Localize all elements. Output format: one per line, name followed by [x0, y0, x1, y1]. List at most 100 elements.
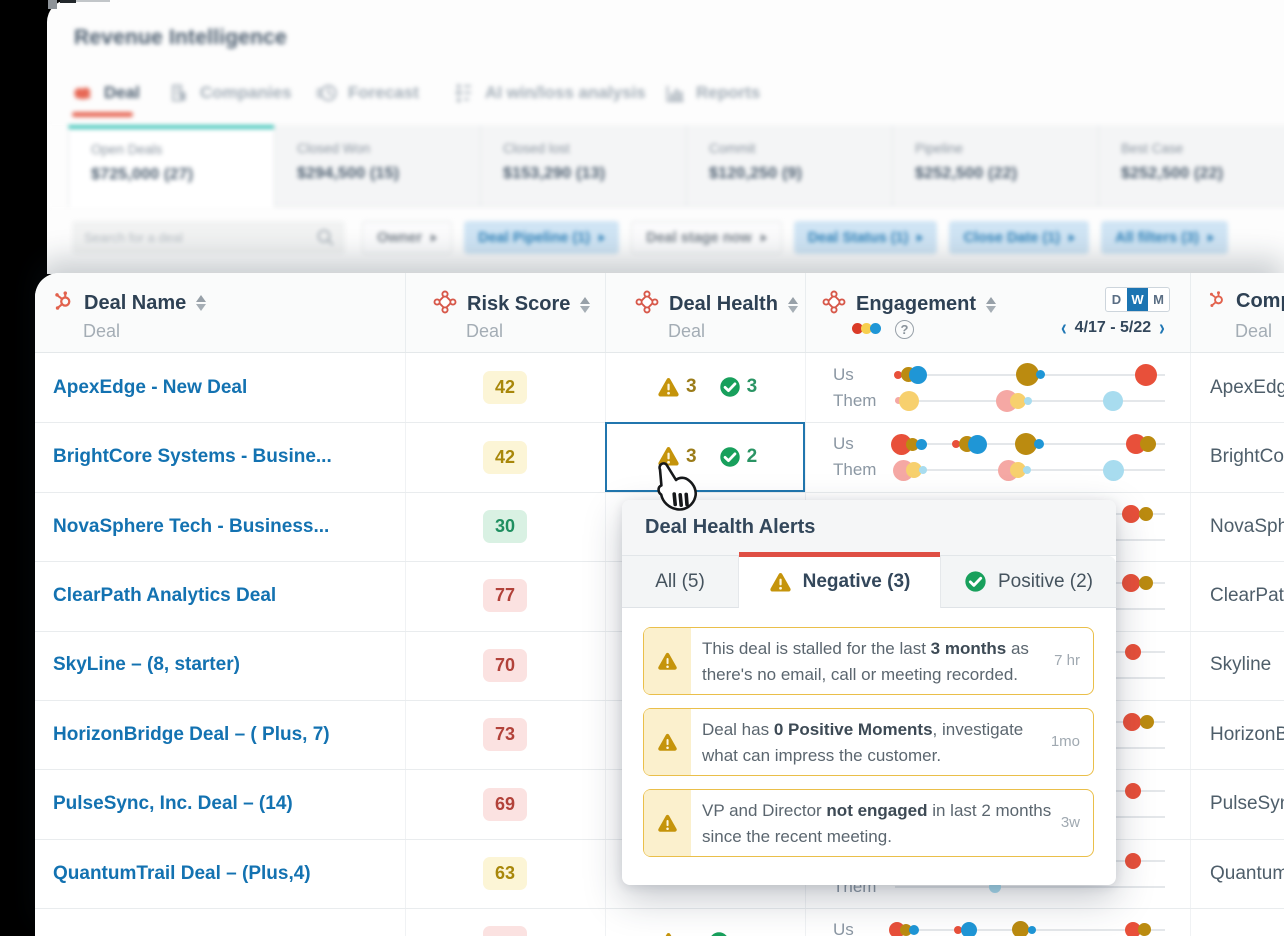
engagement-dot-blue	[909, 365, 927, 384]
header-card: Revenue Intelligence Deal Companies Fore…	[47, 0, 1284, 274]
engagement-dot-red	[1122, 504, 1140, 523]
popup-alert-list: This deal is stalled for the last 3 mont…	[622, 608, 1116, 870]
sort-toggle[interactable]	[986, 296, 997, 313]
filter-chip-close-date-1-[interactable]: Close Date (1)	[949, 221, 1090, 254]
window-edge-fragment-dark	[60, 0, 76, 3]
filter-chip-label: All filters (3)	[1115, 229, 1199, 246]
warning-icon	[657, 931, 680, 936]
deal-name-link[interactable]: QuantumTrail Deal – (Plus,4)	[53, 863, 311, 885]
filter-chip-label: Deal Pipeline (1)	[478, 229, 591, 246]
window-edge-fragment-light	[76, 0, 110, 2]
search-input[interactable]: Search for a deal	[72, 221, 345, 254]
summary-card-closed-lost[interactable]: Closed lost $153,290 (13)	[480, 125, 686, 207]
warning-icon	[769, 571, 792, 594]
nav-tab-label: AI win/loss analysis	[485, 83, 646, 102]
filter-chip-deal-pipeline-1-[interactable]: Deal Pipeline (1)	[464, 221, 620, 254]
period-option-w[interactable]: W	[1127, 288, 1148, 311]
alert-card: VP and Director not engaged in last 2 mo…	[643, 789, 1094, 857]
filter-chip-label: Close Date (1)	[963, 229, 1061, 246]
window-corner-fragment	[48, 0, 57, 9]
summary-card-open-deals[interactable]: Open Deals $725,000 (27)	[68, 125, 274, 207]
summary-card-value: $153,290 (13)	[503, 165, 606, 182]
summary-card-commit[interactable]: Commit $120,250 (9)	[686, 125, 892, 207]
summary-card-label: Open Deals	[91, 142, 163, 157]
sort-toggle[interactable]	[196, 295, 207, 311]
risk-score-badge: 42	[483, 371, 527, 405]
summary-card-label: Closed Won	[297, 141, 371, 156]
engagement-dot-red	[1135, 363, 1157, 386]
engagement-us-label: Us	[833, 434, 854, 454]
check-icon	[964, 570, 987, 593]
nav-tab-reports[interactable]: Reports	[664, 82, 760, 104]
nav-tab-ai-win-loss[interactable]: AI win/loss analysis	[453, 82, 646, 104]
engagement-dot-blue	[915, 438, 927, 450]
deal-name-link[interactable]: BrightCore Systems - Busine...	[53, 446, 332, 468]
deal-name-link[interactable]: NovaSphere Tech - Business...	[53, 516, 329, 538]
popup-tab-all-5-[interactable]: All (5)	[622, 556, 739, 608]
company-name-cell: NovaSphere	[1210, 515, 1284, 537]
nav-tab-label: Companies	[200, 83, 292, 102]
check-icon	[708, 931, 730, 936]
period-option-d[interactable]: D	[1106, 288, 1127, 311]
deal-name-link[interactable]: ClearPath Analytics Deal	[53, 585, 276, 607]
engagement-dot-lblue	[919, 466, 927, 475]
sort-toggle[interactable]	[580, 296, 591, 313]
alert-message: This deal is stalled for the last 3 mont…	[702, 639, 1029, 684]
company-name-cell: ClearPath	[1210, 584, 1284, 606]
nav-tab-label: Forecast	[348, 83, 419, 102]
company-name-cell: HorizonBridge	[1210, 723, 1284, 745]
risk-score-badge	[483, 926, 527, 936]
engagement-dot-red	[1125, 783, 1141, 800]
nav-tab-companies[interactable]: Companies	[168, 82, 292, 104]
alert-icon-strip	[644, 790, 691, 856]
deal-health-cell[interactable]: 3 3	[657, 376, 757, 399]
column-divider	[405, 273, 406, 352]
engagement-dot-blue	[1034, 439, 1044, 450]
engagement-dot-gold	[1139, 506, 1153, 521]
summary-card-pipeline[interactable]: Pipeline $252,500 (22)	[892, 125, 1098, 207]
summary-card-label: Best Case	[1121, 141, 1184, 156]
filter-chip-owner[interactable]: Owner	[362, 221, 453, 254]
filter-chip-deal-stage-now[interactable]: Deal stage now	[631, 221, 782, 254]
help-icon[interactable]: ?	[895, 320, 914, 339]
click-hand-cursor	[648, 461, 700, 520]
risk-score-badge: 70	[483, 648, 527, 682]
ai-analysis-icon	[453, 82, 475, 104]
summary-card-best-case[interactable]: Best Case $252,500 (22)	[1098, 125, 1284, 207]
nav-tab-deal[interactable]: Deal	[72, 82, 140, 104]
popup-tab-negative-3-[interactable]: Negative (3)	[739, 552, 941, 608]
deal-name-link[interactable]: PulseSync, Inc. Deal – (14)	[53, 793, 293, 815]
negative-count: 3	[686, 376, 697, 398]
filter-chip-all-filters-3-[interactable]: All filters (3)	[1101, 221, 1228, 254]
alert-icon-strip	[644, 628, 691, 694]
filter-chip-label: Owner	[377, 229, 423, 246]
nav-tab-forecast[interactable]: Forecast	[316, 82, 419, 104]
legend-dot	[870, 323, 881, 334]
prev-period-chevron[interactable]: ‹	[1061, 315, 1067, 342]
deal-name-link[interactable]: HorizonBridge Deal – ( Plus, 7)	[53, 724, 330, 746]
period-option-m[interactable]: M	[1148, 288, 1169, 311]
risk-score-badge: 30	[483, 510, 527, 543]
active-tab-underline	[72, 112, 133, 117]
search-icon	[317, 229, 334, 246]
summary-card-value: $252,500 (22)	[915, 165, 1018, 182]
alert-card: Deal has 0 Positive Moments, investigate…	[643, 708, 1094, 776]
search-placeholder: Search for a deal	[84, 230, 184, 245]
popup-tabs: All (5) Negative (3) Positive (2)	[622, 552, 1116, 608]
engagement-us-label: Us	[833, 364, 854, 384]
summary-card-closed-won[interactable]: Closed Won $294,500 (15)	[274, 125, 480, 207]
engagement-dot-blue	[1035, 370, 1045, 380]
filter-bar: Search for a deal Owner Deal Pipeline (1)…	[72, 221, 1240, 254]
company-name-cell: BrightCore	[1210, 446, 1284, 468]
popup-tab-positive-2-[interactable]: Positive (2)	[941, 556, 1116, 608]
deal-health-cell[interactable]	[657, 931, 736, 936]
next-period-chevron[interactable]: ›	[1159, 315, 1165, 342]
filter-chip-deal-status-1-[interactable]: Deal Status (1)	[793, 221, 938, 254]
sort-toggle[interactable]	[787, 296, 798, 313]
summary-card-label: Closed lost	[503, 141, 570, 156]
companies-icon	[168, 82, 190, 104]
deal-name-link[interactable]: SkyLine – (8, starter)	[53, 654, 240, 676]
deal-name-link[interactable]: ApexEdge - New Deal	[53, 377, 247, 399]
alert-message: VP and Director not engaged in last 2 mo…	[702, 801, 1052, 846]
company-name-cell: ApexEdge	[1210, 376, 1284, 398]
